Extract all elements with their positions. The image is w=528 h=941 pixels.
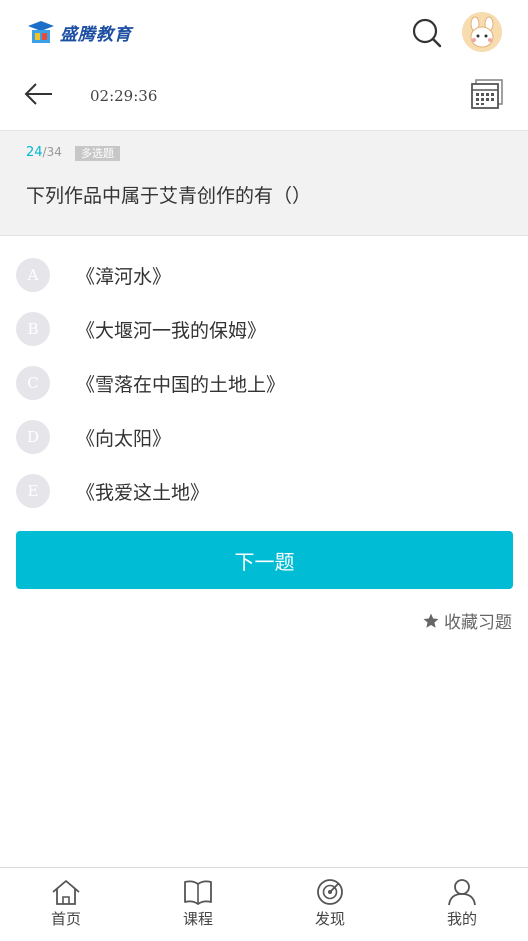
option-text: 《向太阳》 (76, 427, 172, 450)
option-letter: D (16, 420, 50, 454)
logo-icon (26, 19, 56, 45)
back-arrow-icon (24, 83, 52, 105)
user-icon (448, 879, 476, 906)
back-button[interactable] (22, 80, 56, 108)
option-text: 《我爱这土地》 (76, 481, 210, 504)
option-letter: B (16, 312, 50, 346)
option-e[interactable]: E 《我爱这土地》 (16, 473, 516, 509)
nav-label: 发现 (314, 910, 345, 928)
discover-icon (317, 879, 343, 905)
option-letter: C (16, 366, 50, 400)
question-text: 下列作品中属于艾青创作的有（） (26, 185, 312, 207)
nav-label: 我的 (446, 910, 477, 928)
option-text: 《雪落在中国的土地上》 (76, 373, 286, 396)
option-text: 《大堰河一我的保姆》 (76, 319, 267, 342)
question-panel: 24/34 多选题 下列作品中属于艾青创作的有（） (0, 130, 528, 236)
exam-toolbar: 02:29:36 (0, 68, 528, 130)
nav-item-home[interactable]: 首页 (0, 868, 132, 941)
favorite-label: 收藏习题 (444, 613, 512, 633)
bottom-nav: 首页 课程 发现 我的 (0, 867, 528, 941)
favorite-question-button[interactable]: 收藏习题 (422, 608, 512, 633)
brand-logo[interactable]: 盛腾教育 (26, 18, 132, 46)
nav-item-courses[interactable]: 课程 (132, 868, 264, 941)
exam-timer: 02:29:36 (90, 87, 158, 105)
option-a[interactable]: A 《漳河水》 (16, 257, 516, 293)
nav-item-profile[interactable]: 我的 (396, 868, 528, 941)
logo-text: 盛腾教育 (60, 24, 132, 45)
nav-label: 课程 (182, 910, 213, 928)
search-icon (412, 18, 442, 48)
next-question-button[interactable]: 下一题 (16, 531, 513, 589)
nav-item-discover[interactable]: 发现 (264, 868, 396, 941)
option-letter: A (16, 258, 50, 292)
search-button[interactable] (410, 16, 444, 50)
answer-sheet-button[interactable] (470, 78, 504, 110)
nav-label: 首页 (50, 910, 81, 928)
question-progress: 24/34 (26, 145, 62, 160)
top-bar: 盛腾教育 (0, 0, 528, 68)
question-total: /34 (42, 145, 62, 159)
question-type-badge: 多选题 (75, 146, 120, 161)
answer-sheet-icon (471, 79, 503, 109)
star-icon (423, 613, 439, 628)
question-current: 24 (26, 145, 43, 160)
book-icon (184, 880, 212, 905)
home-icon (52, 880, 80, 905)
option-text: 《漳河水》 (76, 265, 172, 288)
option-c[interactable]: C 《雪落在中国的土地上》 (16, 365, 516, 401)
option-letter: E (16, 474, 50, 508)
option-b[interactable]: B 《大堰河一我的保姆》 (16, 311, 516, 347)
avatar[interactable] (462, 12, 502, 52)
option-d[interactable]: D 《向太阳》 (16, 419, 516, 455)
